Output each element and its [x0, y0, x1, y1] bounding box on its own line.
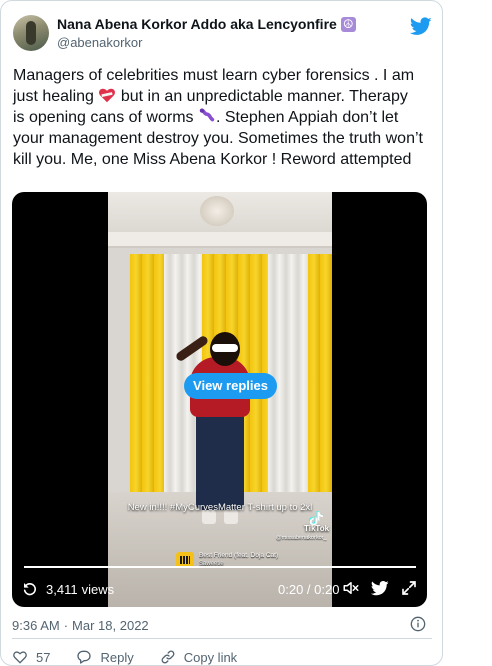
tweet-actions: 57 Reply Copy link [12, 649, 263, 665]
video-progress-fill [24, 566, 416, 568]
views-counter: 3,411 views [46, 582, 114, 597]
views-count: 3,411 [46, 582, 78, 597]
video-progress-bar[interactable] [24, 566, 416, 568]
author-handle[interactable]: @abenakorkor [57, 35, 142, 50]
video-person-sunglasses [212, 344, 238, 352]
like-action[interactable]: 57 [12, 649, 50, 665]
video-controls: 3,411 views 0:20 / 0:20 [12, 562, 427, 607]
video-ceiling-lamp [200, 196, 234, 226]
video-person-legs [196, 410, 244, 510]
likes-count: 57 [36, 649, 51, 665]
copy-link-label: Copy link [183, 649, 238, 665]
view-replies-button[interactable]: View replies [184, 373, 277, 399]
heart-icon[interactable] [12, 649, 28, 665]
video-time: 0:20 / 0:20 [278, 582, 340, 597]
replay-icon[interactable] [22, 581, 38, 597]
action-divider [12, 638, 432, 639]
twitter-bird-icon[interactable] [371, 579, 389, 597]
video-curtain-white-right [268, 254, 308, 498]
author-display-name[interactable]: Nana Abena Korkor Addo aka Lencyonfire [57, 16, 337, 32]
video-player[interactable]: New in!!!! #MyCurvesMatter T-shirt up to… [12, 192, 427, 607]
tweet-timestamp[interactable]: 9:36 AM · Mar 18, 2022 [12, 618, 149, 633]
tiktok-handle: @missabenakorkor_ [276, 535, 327, 541]
video-curtain-yellow-right [308, 254, 332, 498]
muted-speaker-icon[interactable] [342, 579, 360, 597]
info-icon[interactable] [410, 616, 426, 632]
tweet-card: Nana Abena Korkor Addo aka Lencyonfire ☮… [0, 0, 443, 666]
fullscreen-expand-icon[interactable] [400, 579, 418, 597]
mending-heart-icon [99, 88, 116, 103]
views-label: views [81, 582, 115, 597]
reply-label: Reply [100, 649, 134, 665]
tiktok-label: TikTok [304, 524, 330, 533]
reply-bubble-icon[interactable] [76, 649, 92, 665]
twitter-logo-icon[interactable] [410, 15, 432, 37]
video-curtain-yellow-left [130, 254, 164, 498]
timestamp-separator: · [63, 618, 69, 633]
author-name-row[interactable]: Nana Abena Korkor Addo aka Lencyonfire ☮ [57, 16, 356, 32]
link-icon[interactable] [160, 649, 176, 665]
reply-action[interactable]: Reply [76, 649, 134, 665]
video-overlay-caption: New in!!!! #MyCurvesMatter T-shirt up to… [127, 502, 313, 513]
peace-symbol-icon: ☮ [340, 16, 356, 32]
tweet-date: Mar 18, 2022 [72, 618, 149, 633]
sound-title: Best Friend (feat. Doja Cat) [199, 552, 279, 559]
tweet-text: Managers of celebrities must learn cyber… [13, 65, 423, 170]
video-curtain-cornice [108, 232, 332, 248]
worm-icon [199, 108, 215, 122]
copy-link-action[interactable]: Copy link [160, 649, 237, 665]
author-avatar[interactable] [13, 15, 49, 51]
video-frame[interactable]: New in!!!! #MyCurvesMatter T-shirt up to… [108, 192, 332, 607]
tweet-time: 9:36 AM [12, 618, 60, 633]
avatar-figure [26, 21, 36, 45]
